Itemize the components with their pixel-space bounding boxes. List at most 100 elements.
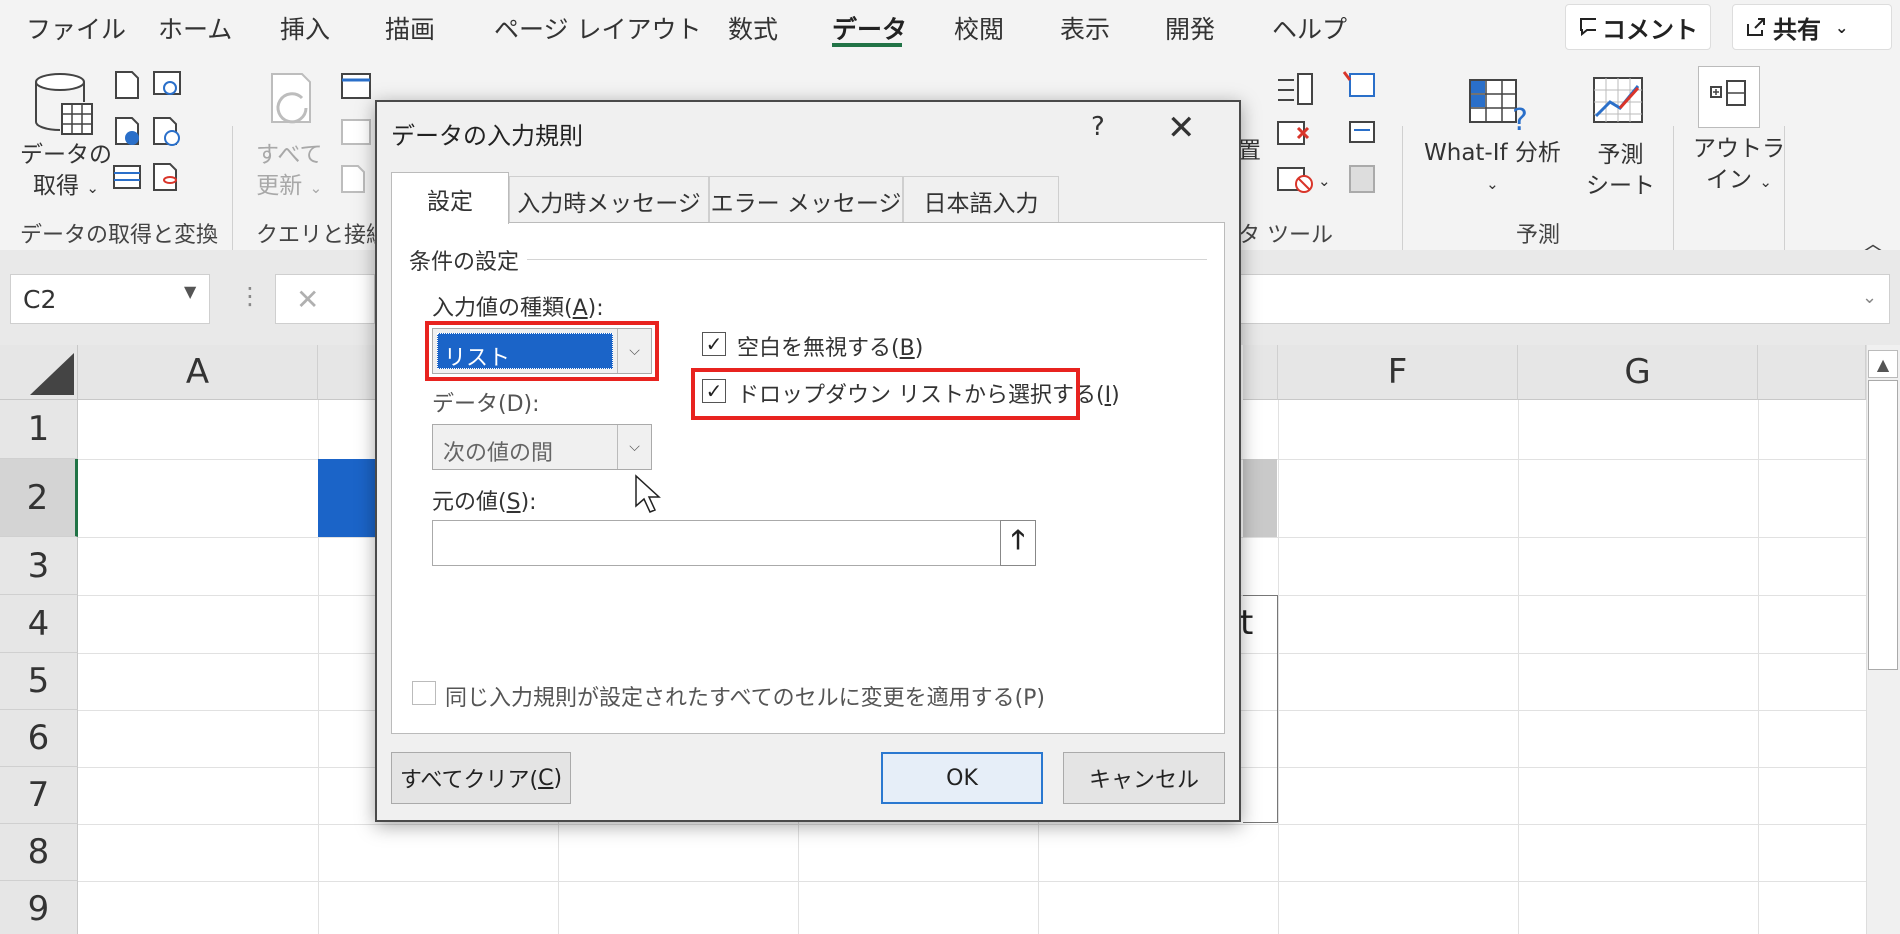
formula-input[interactable] xyxy=(1240,274,1890,324)
ignore-blank-checkbox[interactable]: ✓ xyxy=(702,332,726,356)
outline-label-line2: イン xyxy=(1706,167,1753,193)
gridline xyxy=(1278,400,1279,934)
refresh-all-button[interactable]: すべて 更新 ⌄ xyxy=(256,140,322,204)
tab-formulas[interactable]: 数式 xyxy=(728,10,778,46)
queries-small-icons xyxy=(341,73,371,193)
tab-ime-mode[interactable]: 日本語入力 xyxy=(903,176,1059,224)
data-label: データ(D): xyxy=(432,392,540,417)
source-input[interactable] xyxy=(432,520,1002,566)
tab-help[interactable]: ヘルプ xyxy=(1272,10,1347,46)
tab-view[interactable]: 表示 xyxy=(1060,10,1110,46)
row-header-9[interactable]: 9 xyxy=(0,881,78,934)
collapse-dialog-button[interactable]: 🡑 xyxy=(1000,520,1036,566)
refresh-all-label-line2: 更新 xyxy=(256,173,303,199)
tab-error-alert[interactable]: エラー メッセージ xyxy=(709,176,903,224)
tab-draw[interactable]: 描画 xyxy=(385,10,435,46)
row-header-6[interactable]: 6 xyxy=(0,710,78,767)
column-header[interactable] xyxy=(1758,345,1866,400)
share-button[interactable]: 共有 ⌄ xyxy=(1732,4,1892,50)
comments-button[interactable]: コメント xyxy=(1565,4,1711,50)
get-data-label-line1: データの xyxy=(20,142,112,168)
what-if-label: What-If 分析 xyxy=(1424,140,1561,166)
svg-text:?: ? xyxy=(1512,103,1528,134)
outline-button-box xyxy=(1698,66,1760,128)
tab-input-message[interactable]: 入力時メッセージ xyxy=(509,176,709,224)
gridline xyxy=(78,881,1868,882)
tab-home[interactable]: ホーム xyxy=(158,10,232,46)
tab-settings[interactable]: 設定 xyxy=(391,172,509,224)
group-label-forecast: 予測 xyxy=(1516,223,1561,248)
tab-developer[interactable]: 開発 xyxy=(1165,10,1215,46)
data-validation-dialog: データの入力規則 ? ✕ 設定 入力時メッセージ エラー メッセージ 日本語入力… xyxy=(375,100,1241,822)
cancel-formula-icon[interactable]: ✕ xyxy=(296,283,319,316)
select-all-corner[interactable] xyxy=(0,345,78,400)
chevron-down-icon: ⌄ xyxy=(309,179,323,197)
tab-insert[interactable]: 挿入 xyxy=(280,10,330,46)
source-label: 元の値(S): xyxy=(432,490,537,515)
row-header-8[interactable]: 8 xyxy=(0,824,78,881)
help-icon[interactable]: ? xyxy=(1091,112,1105,142)
apply-all-label: 同じ入力規則が設定されたすべてのセルに変更を適用する(P) xyxy=(445,686,1046,711)
gridline xyxy=(1518,400,1519,934)
get-data-small-icons xyxy=(113,71,181,191)
highlight-box-allow xyxy=(425,321,659,381)
clear-all-button[interactable]: すべてクリア(C) xyxy=(391,752,571,804)
row-header-4[interactable]: 4 xyxy=(0,595,78,653)
criteria-group-title: 条件の設定 xyxy=(409,244,526,276)
dialog-title: データの入力規則 xyxy=(391,122,583,150)
column-header-f[interactable]: F xyxy=(1278,345,1518,400)
apply-all-checkbox[interactable] xyxy=(412,681,436,705)
column-header[interactable] xyxy=(1243,345,1278,400)
forecast-sheet-line2: シート xyxy=(1586,173,1655,199)
ignore-blank-label: 空白を無視する(B) xyxy=(737,336,924,361)
highlight-box-dropdown xyxy=(691,368,1080,420)
scrollbar-thumb[interactable] xyxy=(1868,380,1898,670)
more-options-icon[interactable]: ⋮ xyxy=(238,282,262,310)
chevron-down-icon[interactable]: ⌵ xyxy=(617,425,651,469)
row-header-3[interactable]: 3 xyxy=(0,537,78,595)
expand-formula-bar-icon[interactable]: ⌄ xyxy=(1862,287,1877,308)
row-header-7[interactable]: 7 xyxy=(0,767,78,824)
refresh-all-label-line1: すべて xyxy=(256,142,323,168)
cell-text-fragment: t xyxy=(1240,603,1254,643)
arrow-up-icon: 🡑 xyxy=(1011,525,1025,555)
column-header-a[interactable]: A xyxy=(78,345,318,400)
data-tools-icons xyxy=(1277,71,1375,193)
group-label-data-tools: タ ツール xyxy=(1238,223,1333,248)
header-cell-grey xyxy=(1243,459,1277,537)
gridline xyxy=(1758,400,1759,934)
what-if-icon: ? xyxy=(1469,79,1528,134)
excel-window: ファイル ホーム 挿入 描画 ページ レイアウト 数式 データ 校閲 表示 開発… xyxy=(0,0,1900,934)
data-select-value: 次の値の間 xyxy=(443,441,554,466)
row-header-2[interactable]: 2 xyxy=(0,459,78,537)
column-header-g[interactable]: G xyxy=(1518,345,1758,400)
group-label-get-transform: データの取得と変換 xyxy=(20,223,219,248)
cancel-button[interactable]: キャンセル xyxy=(1063,752,1225,804)
row-header-5[interactable]: 5 xyxy=(0,653,78,710)
tab-review[interactable]: 校閲 xyxy=(954,10,1004,46)
forecast-sheet-button[interactable]: 予測 シート xyxy=(1586,140,1655,202)
gridline xyxy=(78,824,1868,825)
chevron-down-icon: ⌄ xyxy=(1759,173,1772,191)
formula-cancel-area: ✕ xyxy=(275,274,375,324)
close-icon[interactable]: ✕ xyxy=(1167,108,1196,148)
ok-button[interactable]: OK xyxy=(881,752,1043,804)
tab-data[interactable]: データ xyxy=(832,10,907,46)
name-box[interactable]: C2 xyxy=(10,274,210,324)
outline-button[interactable]: アウトラ イン ⌄ xyxy=(1693,134,1785,198)
data-select[interactable]: 次の値の間 ⌵ xyxy=(432,424,652,470)
what-if-button[interactable]: What-If 分析 ⌄ xyxy=(1424,138,1561,200)
scroll-up-icon[interactable]: ▲ xyxy=(1868,350,1898,378)
get-data-button[interactable]: データの 取得 ⌄ xyxy=(20,140,112,204)
share-label: 共有 xyxy=(1773,15,1821,44)
chevron-down-icon: ⌄ xyxy=(1318,172,1331,190)
tab-page-layout[interactable]: ページ レイアウト xyxy=(494,10,701,46)
group-divider xyxy=(527,259,1207,260)
tab-file[interactable]: ファイル xyxy=(26,10,126,46)
forecast-sheet-line1: 予測 xyxy=(1597,142,1644,168)
chevron-down-icon: ⌄ xyxy=(86,179,99,197)
name-box-dropdown-icon[interactable]: ▼ xyxy=(184,282,196,301)
mouse-cursor-icon xyxy=(635,474,661,513)
row-header-1[interactable]: 1 xyxy=(0,400,78,459)
group-label-queries: クエリと接続 xyxy=(256,223,389,248)
